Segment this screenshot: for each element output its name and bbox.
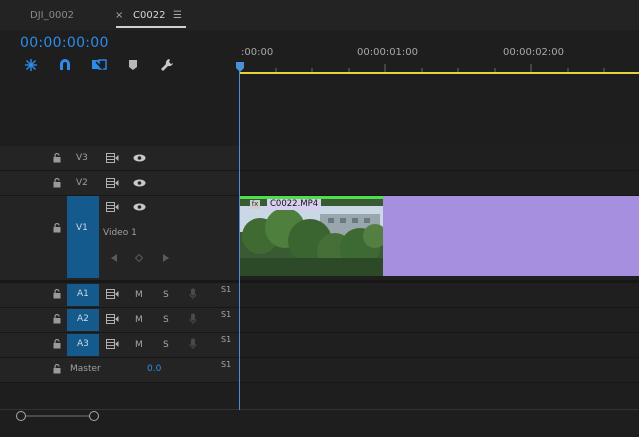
mute-button-a3[interactable]: M <box>135 340 143 350</box>
track-label-v2[interactable]: V2 <box>76 178 88 188</box>
sync-lock-icon[interactable] <box>106 202 119 212</box>
track-label-v1[interactable]: V1 <box>76 223 88 233</box>
lock-icon[interactable] <box>53 223 61 233</box>
linked-selection-icon[interactable] <box>91 57 107 73</box>
scrollbar-top-border <box>0 409 639 410</box>
lock-icon[interactable] <box>53 153 61 163</box>
playhead-timecode[interactable]: 00:00:00:00 <box>20 35 109 51</box>
master-track-label: Master <box>70 364 101 374</box>
lock-icon[interactable] <box>53 289 61 299</box>
tab-close-icon[interactable]: × <box>115 10 123 21</box>
track-lane-v3[interactable] <box>240 146 639 171</box>
track-header-a3[interactable] <box>0 333 239 358</box>
tab-dji-0002[interactable]: DJI_0002 <box>30 10 74 21</box>
track-label-v3[interactable]: V3 <box>76 153 88 163</box>
lock-icon[interactable] <box>53 364 61 374</box>
ruler-label-1: 00:00:01:00 <box>357 47 419 58</box>
snowflake-nest-icon[interactable] <box>23 57 39 73</box>
work-area-bar[interactable] <box>240 72 639 74</box>
eye-icon[interactable] <box>133 179 146 187</box>
level-label-master: S1 <box>221 360 232 369</box>
ruler-label-2: 00:00:02:00 <box>503 47 565 58</box>
track-lane-a3[interactable] <box>240 333 639 358</box>
tab-menu-icon[interactable]: ☰ <box>173 10 182 21</box>
active-tab-indicator <box>116 26 186 28</box>
track-label-a1[interactable]: A1 <box>77 289 89 299</box>
track-header-a2[interactable] <box>0 308 239 333</box>
track-header-a1[interactable] <box>0 283 239 308</box>
solo-button-a2[interactable]: S <box>163 315 169 325</box>
scroll-handle-left[interactable] <box>16 411 26 421</box>
clip-name: C0022.MP4 <box>267 199 322 210</box>
magnet-snap-icon[interactable] <box>57 57 73 73</box>
microphone-icon[interactable] <box>189 313 197 325</box>
lock-icon[interactable] <box>53 178 61 188</box>
ruler-label-0: :00:00 <box>241 47 274 58</box>
sync-lock-icon[interactable] <box>106 339 119 349</box>
lock-icon[interactable] <box>53 314 61 324</box>
master-volume-value[interactable]: 0.0 <box>147 364 161 374</box>
sync-lock-icon[interactable] <box>106 178 119 188</box>
wrench-icon[interactable] <box>159 57 175 73</box>
header-spacer <box>0 76 239 146</box>
sync-lock-icon[interactable] <box>106 153 119 163</box>
track-label-a2[interactable]: A2 <box>77 314 89 324</box>
track-label-a3[interactable]: A3 <box>77 339 89 349</box>
playhead-line[interactable] <box>239 62 240 410</box>
track-header-v1[interactable] <box>0 196 239 281</box>
eye-icon[interactable] <box>133 154 146 162</box>
track-lane-a1[interactable] <box>240 283 639 308</box>
sync-lock-icon[interactable] <box>106 289 119 299</box>
source-patch-v1[interactable] <box>67 196 99 278</box>
marker-icon[interactable] <box>125 57 141 73</box>
ruler-ticks <box>275 64 605 72</box>
level-label-a3: S1 <box>221 335 232 344</box>
microphone-icon[interactable] <box>189 338 197 350</box>
track-lane-v2[interactable] <box>240 171 639 196</box>
track-name-video-1[interactable]: Video 1 <box>103 228 137 238</box>
playhead-marker[interactable] <box>236 62 244 72</box>
track-lane-master <box>240 358 639 383</box>
level-label-a1: S1 <box>221 285 232 294</box>
sync-lock-icon[interactable] <box>106 314 119 324</box>
prev-keyframe-icon[interactable] <box>110 253 118 263</box>
next-keyframe-icon[interactable] <box>162 253 170 263</box>
mute-button-a2[interactable]: M <box>135 315 143 325</box>
track-lane-a2[interactable] <box>240 308 639 333</box>
scrollbar-thumb[interactable] <box>22 415 94 417</box>
track-header-master[interactable] <box>0 358 239 383</box>
microphone-icon[interactable] <box>189 288 197 300</box>
lock-icon[interactable] <box>53 339 61 349</box>
add-keyframe-icon[interactable] <box>135 254 143 262</box>
clip-body-purple[interactable] <box>383 196 639 276</box>
video-audio-divider[interactable] <box>0 280 639 283</box>
solo-button-a1[interactable]: S <box>163 290 169 300</box>
tab-bar <box>0 0 639 30</box>
track-header-v3[interactable] <box>0 146 239 171</box>
solo-button-a3[interactable]: S <box>163 340 169 350</box>
mute-button-a1[interactable]: M <box>135 290 143 300</box>
level-label-a2: S1 <box>221 310 232 319</box>
scroll-handle-right[interactable] <box>89 411 99 421</box>
video-clip-c0022[interactable]: fx C0022.MP4 <box>240 196 383 276</box>
eye-icon[interactable] <box>133 203 146 211</box>
tab-c0022[interactable]: C0022 <box>133 10 165 21</box>
track-header-v2[interactable] <box>0 171 239 196</box>
